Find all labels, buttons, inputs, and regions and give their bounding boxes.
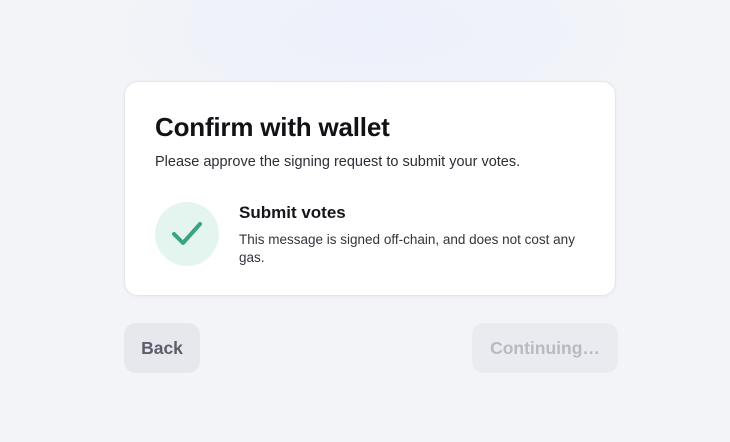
confirm-wallet-card: Confirm with wallet Please approve the s… — [124, 81, 616, 296]
step-status-badge — [155, 202, 219, 266]
step-description: This message is signed off-chain, and do… — [239, 232, 575, 265]
back-button[interactable]: Back — [124, 323, 200, 373]
step-title: Submit votes — [239, 203, 346, 222]
continue-button[interactable]: Continuing… — [472, 323, 618, 373]
checkmark-icon — [172, 222, 202, 245]
dialog-title: Confirm with wallet — [155, 112, 390, 142]
dialog-subtitle: Please approve the signing request to su… — [155, 154, 521, 170]
